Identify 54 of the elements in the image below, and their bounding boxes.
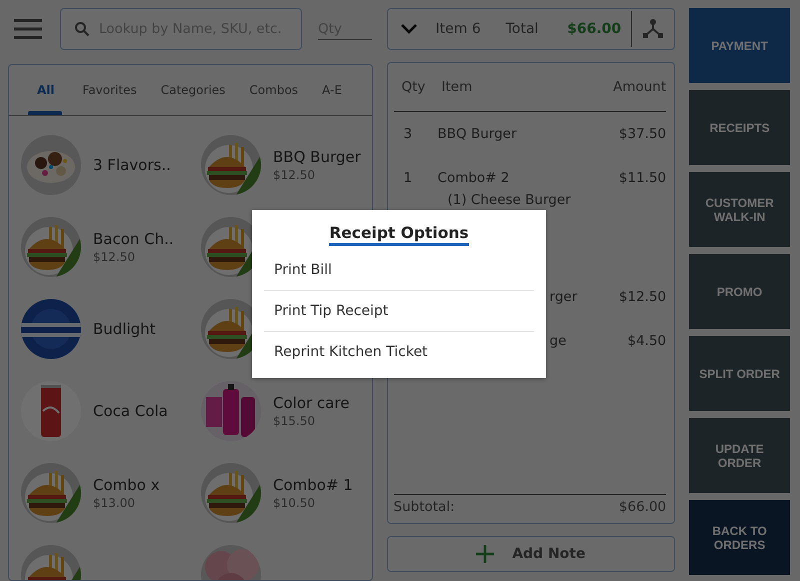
action-button[interactable]: BACK TO ORDERS xyxy=(689,500,790,575)
item-name: ge xyxy=(550,333,566,349)
item-amount: $12.50 xyxy=(618,289,666,305)
category-tab[interactable]: Categories xyxy=(148,65,238,115)
product-name: Combo# 1 xyxy=(273,476,353,494)
product-price: $13.00 xyxy=(93,496,136,510)
product-name: Coca Cola xyxy=(93,402,168,420)
category-tab[interactable]: A-E xyxy=(310,65,354,115)
action-button[interactable]: PAYMENT xyxy=(689,8,790,83)
action-button[interactable]: CUSTOMER WALK-IN xyxy=(689,172,790,247)
subtotal-value: $66.00 xyxy=(618,499,666,515)
product-price: $10.50 xyxy=(273,496,316,510)
column-header: Amount xyxy=(613,79,666,95)
category-tab[interactable]: Favorites xyxy=(70,65,149,115)
product-name: Bacon Ch.. xyxy=(93,230,174,248)
product-name: Color care xyxy=(273,394,350,412)
product-name: 3 Flavors.. xyxy=(93,156,171,174)
dialog-title: Receipt Options xyxy=(329,224,469,246)
search-icon xyxy=(74,21,90,37)
action-button[interactable]: PROMO xyxy=(689,254,790,329)
product-price: $12.50 xyxy=(273,168,316,182)
menu-icon[interactable] xyxy=(14,19,42,39)
dialog-option[interactable]: Print Tip Receipt xyxy=(264,291,534,332)
action-button[interactable]: UPDATE ORDER xyxy=(689,418,790,493)
product-name: Budlight xyxy=(93,320,156,338)
product-price: $15.50 xyxy=(273,414,316,428)
total-amount: $66.00 xyxy=(567,21,622,37)
dialog-option[interactable]: Reprint Kitchen Ticket xyxy=(264,332,534,372)
subtotal-label: Subtotal: xyxy=(394,499,455,515)
category-tab[interactable]: All xyxy=(19,65,71,115)
item-name: BBQ Burger xyxy=(438,126,517,142)
product-name: BBQ Burger xyxy=(273,148,361,166)
product-name: Combo x xyxy=(93,476,160,494)
item-quantity: 1 xyxy=(404,170,412,186)
column-header: Item xyxy=(442,79,474,95)
item-name: rger xyxy=(550,289,578,305)
action-button[interactable]: RECEIPTS xyxy=(689,90,790,165)
item-amount: $37.50 xyxy=(618,126,666,142)
plus-icon xyxy=(476,545,494,563)
product-price: $12.50 xyxy=(93,250,136,264)
add-note-button[interactable]: Add Note xyxy=(386,536,676,572)
total-label: Total xyxy=(506,21,538,37)
column-header: Qty xyxy=(400,79,426,95)
item-name: Combo# 2 xyxy=(438,170,510,186)
dialog-option[interactable]: Print Bill xyxy=(264,250,534,291)
item-count: Item 6 xyxy=(436,21,481,37)
network-icon[interactable] xyxy=(642,18,664,40)
category-tab[interactable]: Combos xyxy=(237,65,310,115)
item-amount: $11.50 xyxy=(618,170,666,186)
item-quantity: 3 xyxy=(404,126,412,142)
item-modifier: (1) Cheese Burger xyxy=(448,192,571,208)
chevron-down-icon[interactable] xyxy=(400,23,418,35)
item-amount: $4.50 xyxy=(627,333,666,349)
action-button[interactable]: SPLIT ORDER xyxy=(689,336,790,411)
